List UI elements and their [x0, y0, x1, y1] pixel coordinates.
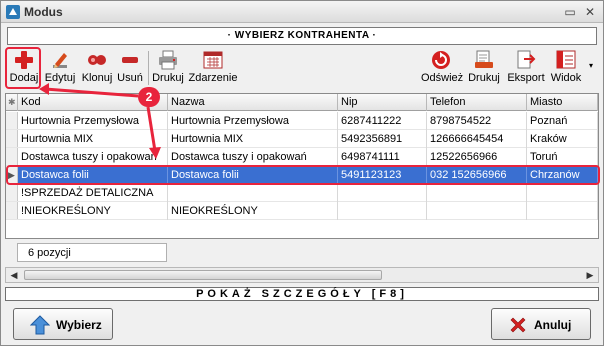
- table-row[interactable]: !NIEOKREŚLONY NIEOKREŚLONY: [6, 202, 598, 220]
- event-button-label: Zdarzenie: [188, 72, 238, 84]
- pencil-icon: [53, 53, 67, 68]
- cell-nip: 6287411222: [338, 112, 427, 130]
- toolbar-overflow-icon[interactable]: ▾: [589, 61, 593, 70]
- column-header-nazwa[interactable]: Nazwa: [168, 94, 338, 111]
- cell-telefon: 12522656966: [427, 148, 527, 166]
- print-document-button[interactable]: Drukuj: [463, 47, 505, 89]
- horizontal-scrollbar[interactable]: ◀ ▶: [5, 267, 599, 283]
- cell-nip: [338, 184, 427, 202]
- cell-telefon: [427, 202, 527, 220]
- print-button[interactable]: Drukuj: [149, 47, 187, 89]
- cell-telefon: 8798754522: [427, 112, 527, 130]
- clone-button-label: Klonuj: [81, 72, 113, 84]
- cancel-x-icon: [510, 317, 526, 333]
- close-button[interactable]: ✕: [583, 5, 597, 19]
- record-count-label: 6 pozycji: [28, 247, 71, 259]
- cell-kod: Hurtownia Przemysłowa: [18, 112, 168, 130]
- refresh-icon: [432, 51, 450, 69]
- edit-button[interactable]: Edytuj: [43, 47, 77, 89]
- table-row[interactable]: Dostawca tuszy i opakowań Dostawca tuszy…: [6, 148, 598, 166]
- event-button[interactable]: Zdarzenie: [187, 47, 239, 89]
- record-count: 6 pozycji: [17, 243, 167, 262]
- cell-nazwa: Hurtownia MIX: [168, 130, 338, 148]
- cell-nazwa: Dostawca tuszy i opakowań: [168, 148, 338, 166]
- cell-miasto: Toruń: [527, 148, 598, 166]
- print-button-label: Drukuj: [152, 72, 184, 84]
- view-icon: [556, 50, 576, 69]
- header-bar: · WYBIERZ KONTRAHENTA ·: [7, 27, 597, 45]
- selected-row-highlight: [6, 165, 600, 185]
- export-icon: [517, 50, 536, 69]
- minimize-button[interactable]: ▭: [563, 5, 577, 19]
- refresh-button[interactable]: Odśwież: [421, 47, 464, 89]
- delete-button-label: Usuń: [117, 72, 143, 84]
- refresh-button-label: Odśwież: [421, 72, 464, 84]
- scroll-right-icon[interactable]: ▶: [583, 268, 597, 282]
- minus-icon: [122, 57, 138, 63]
- clone-button[interactable]: Klonuj: [79, 47, 115, 89]
- cell-nip: [338, 202, 427, 220]
- cell-nip: 6498741111: [338, 148, 427, 166]
- printer-icon: [159, 50, 177, 70]
- cell-miasto: [527, 202, 598, 220]
- show-details-label: POKAŻ SZCZEGÓŁY [F8]: [196, 288, 408, 300]
- calendar-icon: [203, 51, 223, 69]
- cell-kod: !NIEOKREŚLONY: [18, 202, 168, 220]
- show-details-bar[interactable]: POKAŻ SZCZEGÓŁY [F8]: [5, 287, 599, 301]
- cancel-button-label: Anuluj: [534, 318, 572, 332]
- toolbar: Dodaj Edytuj Klonuj Usuń Drukuj Zdarzeni…: [5, 47, 599, 89]
- view-button-label: Widok: [550, 72, 582, 84]
- cancel-button[interactable]: Anuluj: [491, 308, 591, 340]
- scrollbar-thumb[interactable]: [24, 270, 382, 280]
- app-icon: [6, 5, 20, 19]
- cell-kod: Dostawca tuszy i opakowań: [18, 148, 168, 166]
- cell-telefon: [427, 184, 527, 202]
- cell-miasto: Poznań: [527, 112, 598, 130]
- edit-button-label: Edytuj: [44, 72, 76, 84]
- cell-telefon: 126666645454: [427, 130, 527, 148]
- cell-miasto: [527, 184, 598, 202]
- view-button[interactable]: Widok: [547, 47, 585, 89]
- cell-nazwa: [168, 184, 338, 202]
- add-button-highlight: [5, 47, 41, 89]
- select-button-label: Wybierz: [56, 318, 102, 332]
- export-button-label: Eksport: [507, 72, 545, 84]
- print-document-label: Drukuj: [468, 72, 500, 84]
- column-header-nip[interactable]: Nip: [338, 94, 427, 111]
- table-header: ✱ Kod Nazwa Nip Telefon Miasto: [6, 94, 598, 111]
- select-button[interactable]: Wybierz: [13, 308, 113, 340]
- cell-nazwa: NIEOKREŚLONY: [168, 202, 338, 220]
- title-bar: Modus ▭ ✕: [1, 1, 603, 23]
- cell-nip: 5492356891: [338, 130, 427, 148]
- window-title: Modus: [24, 5, 63, 19]
- scroll-left-icon[interactable]: ◀: [7, 268, 21, 282]
- modus-window: Modus ▭ ✕ · WYBIERZ KONTRAHENTA · Dodaj …: [0, 0, 604, 346]
- table-row[interactable]: Hurtownia Przemysłowa Hurtownia Przemysł…: [6, 112, 598, 130]
- delete-button[interactable]: Usuń: [115, 47, 145, 89]
- column-header-telefon[interactable]: Telefon: [427, 94, 527, 111]
- table-row[interactable]: Hurtownia MIX Hurtownia MIX 5492356891 1…: [6, 130, 598, 148]
- table-row[interactable]: !SPRZEDAŻ DETALICZNA: [6, 184, 598, 202]
- step-badge: 2: [138, 87, 160, 107]
- cell-nazwa: Hurtownia Przemysłowa: [168, 112, 338, 130]
- select-arrow-icon: [30, 315, 50, 335]
- cell-kod: !SPRZEDAŻ DETALICZNA: [18, 184, 168, 202]
- clone-icon: [88, 55, 106, 65]
- print-document-icon: [475, 50, 493, 68]
- header-title: · WYBIERZ KONTRAHENTA ·: [227, 30, 377, 41]
- cell-kod: Hurtownia MIX: [18, 130, 168, 148]
- export-button[interactable]: Eksport: [505, 47, 547, 89]
- header-indicator: ✱: [6, 94, 18, 111]
- column-header-miasto[interactable]: Miasto: [527, 94, 598, 111]
- cell-miasto: Kraków: [527, 130, 598, 148]
